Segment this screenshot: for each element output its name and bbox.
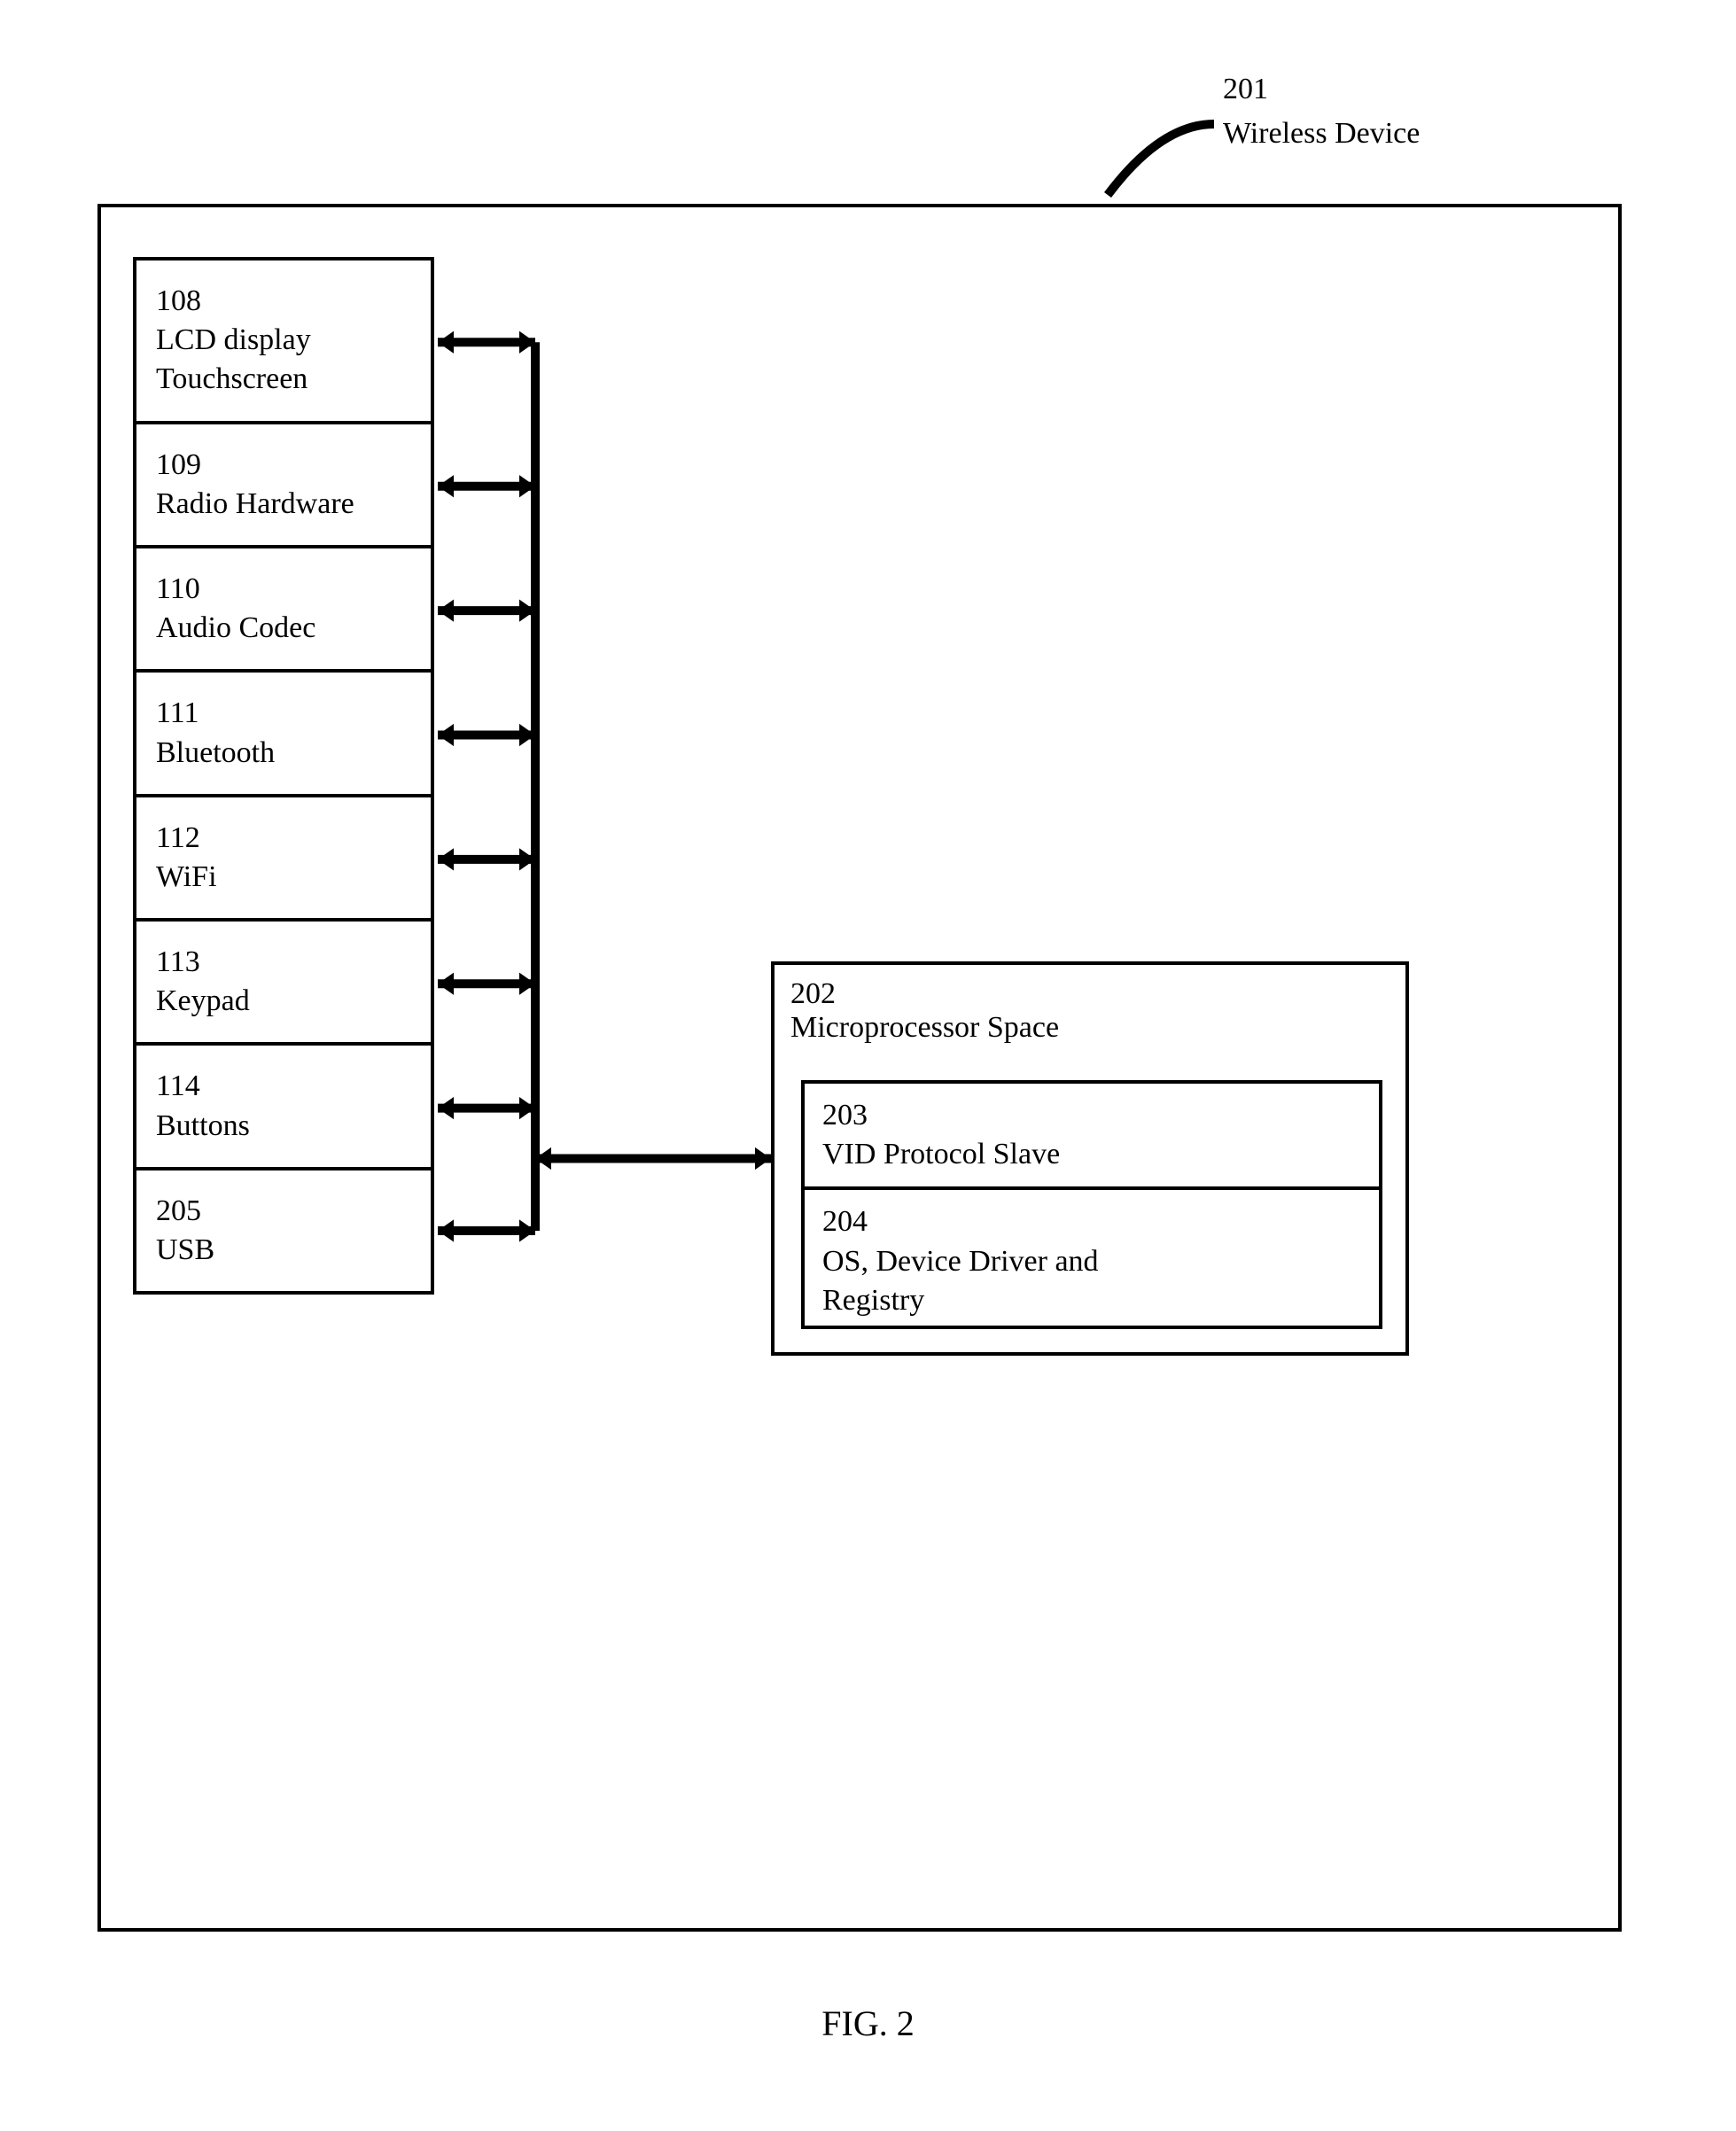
diagram-canvas: 201 Wireless Device 108LCD display Touch…: [0, 0, 1736, 2131]
component-label: WiFi: [156, 858, 411, 897]
component-ref: 110: [156, 570, 411, 609]
component-box: 113Keypad: [136, 922, 431, 1046]
component-label: USB: [156, 1231, 411, 1270]
microprocessor-child-label: VID Protocol Slave: [822, 1135, 1361, 1174]
component-label: Audio Codec: [156, 609, 411, 648]
microprocessor-child-label: OS, Device Driver and Registry: [822, 1242, 1361, 1320]
title-text-label: Wireless Device: [1223, 115, 1420, 153]
component-label: Buttons: [156, 1107, 411, 1146]
microprocessor-inner-stack: 203VID Protocol Slave 204OS, Device Drive…: [801, 1080, 1382, 1329]
component-box: 112WiFi: [136, 797, 431, 922]
component-label: LCD display Touchscreen: [156, 321, 411, 399]
component-box: 109Radio Hardware: [136, 424, 431, 548]
component-ref: 111: [156, 694, 411, 733]
component-box: 114Buttons: [136, 1046, 431, 1170]
component-box: 205USB: [136, 1170, 431, 1291]
microprocessor-child-box: 204OS, Device Driver and Registry: [805, 1190, 1379, 1333]
component-box: 110Audio Codec: [136, 548, 431, 673]
title-ref-label: 201: [1223, 71, 1268, 109]
component-ref: 113: [156, 943, 411, 982]
component-ref: 112: [156, 819, 411, 858]
component-stack: 108LCD display Touchscreen109Radio Hardw…: [133, 257, 434, 1295]
figure-caption: FIG. 2: [0, 2003, 1736, 2044]
microprocessor-ref: 202: [790, 977, 1059, 1011]
component-box: 108LCD display Touchscreen: [136, 261, 431, 424]
microprocessor-child-box: 203VID Protocol Slave: [805, 1084, 1379, 1190]
microprocessor-child-ref: 204: [822, 1202, 1361, 1241]
component-ref: 109: [156, 446, 411, 485]
component-ref: 205: [156, 1192, 411, 1231]
microprocessor-child-ref: 203: [822, 1096, 1361, 1135]
component-ref: 108: [156, 282, 411, 321]
microprocessor-label: Microprocessor Space: [790, 1011, 1059, 1045]
component-ref: 114: [156, 1067, 411, 1106]
component-box: 111Bluetooth: [136, 673, 431, 797]
component-label: Bluetooth: [156, 734, 411, 773]
microprocessor-space-box: 202 Microprocessor Space 203VID Protocol…: [771, 961, 1409, 1356]
component-label: Keypad: [156, 982, 411, 1021]
component-label: Radio Hardware: [156, 485, 411, 524]
